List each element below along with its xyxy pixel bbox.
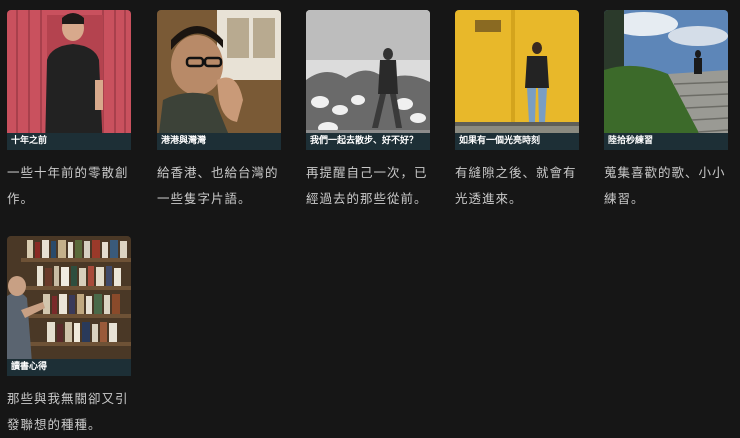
album-description: 有縫隙之後、就會有光透進來。 (455, 165, 577, 206)
album-thumbnail[interactable]: 十年之前 (7, 10, 131, 150)
album-title: 陸拾秒練習 (604, 133, 728, 150)
album-card-sixty-seconds[interactable]: 陸拾秒練習 蒐集喜歡的歌、小小練習。 (604, 10, 732, 212)
album-card-ten-years-ago[interactable]: 十年之前 一些十年前的零散創作。 (7, 10, 135, 212)
photo-man-red-door (7, 10, 131, 150)
album-title: 讀書心得 (7, 359, 131, 376)
album-thumbnail[interactable]: 港港與灣灣 (157, 10, 281, 150)
album-thumbnail[interactable]: 陸拾秒練習 (604, 10, 728, 150)
album-card-reading-notes[interactable]: 讀書心得 那些與我無關卻又引發聯想的種種。 (7, 236, 135, 438)
photo-man-glasses (157, 10, 281, 150)
album-card-bright-moment[interactable]: 如果有一個光亮時刻 有縫隙之後、就會有光透進來。 (455, 10, 583, 212)
album-description: 一些十年前的零散創作。 (7, 165, 129, 206)
album-title: 我們一起去散步、好不好？ (306, 133, 430, 150)
photo-man-bookshelf (7, 236, 131, 376)
album-description: 再提醒自己一次，已經過去的那些從前。 (306, 165, 428, 206)
album-card-walk-together[interactable]: 我們一起去散步、好不好？ 再提醒自己一次，已經過去的那些從前。 (306, 10, 434, 212)
photo-man-stairs (604, 10, 728, 150)
album-description: 蒐集喜歡的歌、小小練習。 (604, 165, 726, 206)
album-card-hk-tw[interactable]: 港港與灣灣 給香港、也給台灣的一些隻字片語。 (157, 10, 285, 212)
album-thumbnail[interactable]: 如果有一個光亮時刻 (455, 10, 579, 150)
album-thumbnail[interactable]: 我們一起去散步、好不好？ (306, 10, 430, 150)
photo-man-yellow-wall (455, 10, 579, 150)
album-description: 給香港、也給台灣的一些隻字片語。 (157, 165, 279, 206)
album-title: 十年之前 (7, 133, 131, 150)
album-title: 港港與灣灣 (157, 133, 281, 150)
album-title: 如果有一個光亮時刻 (455, 133, 579, 150)
album-description: 那些與我無關卻又引發聯想的種種。 (7, 391, 129, 432)
album-thumbnail[interactable]: 讀書心得 (7, 236, 131, 376)
photo-man-rocky-shore (306, 10, 430, 150)
